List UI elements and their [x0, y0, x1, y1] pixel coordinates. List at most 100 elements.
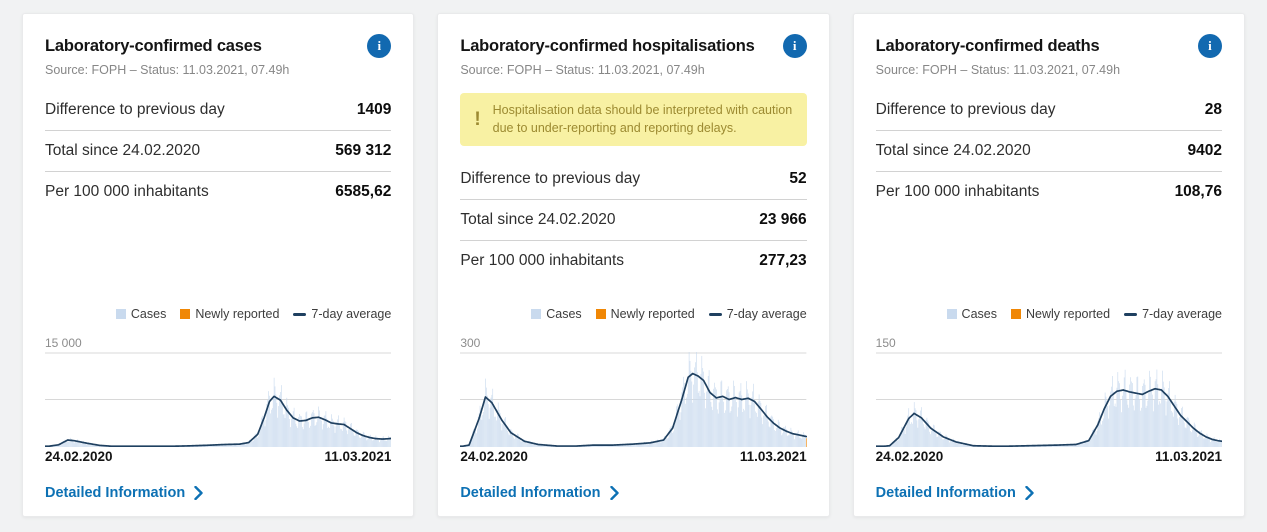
- stat-row-per-100k: Per 100 000 inhabitants 108,76: [875, 171, 1222, 212]
- stat-label: Per 100 000 inhabitants: [460, 252, 625, 269]
- average-line-swatch-icon: [1124, 312, 1138, 316]
- stat-label: Per 100 000 inhabitants: [875, 183, 1040, 200]
- warning-icon: !: [474, 109, 481, 130]
- stat-row-total: Total since 24.02.2020 569 312: [45, 130, 392, 171]
- legend-item-7-day-average: 7-day average: [708, 307, 807, 321]
- stat-label: Difference to previous day: [460, 170, 641, 187]
- stat-row-per-100k: Per 100 000 inhabitants 277,23: [460, 240, 807, 281]
- y-axis-max-label: 150: [875, 336, 896, 350]
- stat-row-difference: Difference to previous day 28: [876, 95, 1222, 130]
- newly-reported-swatch-icon: [595, 309, 606, 319]
- info-button[interactable]: i: [1197, 34, 1222, 58]
- dashboard-cards: Laboratory-confirmed cases i Source: FOP…: [0, 0, 1267, 532]
- chevron-right-icon: [194, 486, 203, 500]
- cases-swatch-icon: [946, 309, 957, 319]
- x-axis-end-label: 11.03.2021: [1155, 449, 1222, 464]
- card-title: Laboratory-confirmed deaths: [875, 37, 1100, 55]
- cases-swatch-icon: [115, 309, 126, 319]
- average-line-swatch-icon: [708, 312, 722, 316]
- card-deaths: Laboratory-confirmed deaths i Source: FO…: [852, 13, 1245, 517]
- chart-legend: Cases Newly reported 7-day average: [45, 307, 391, 321]
- stats-table: Difference to previous day 52 Total sinc…: [460, 164, 807, 281]
- newly-reported-swatch-icon: [180, 309, 191, 319]
- source-status-line: Source: FOPH – Status: 11.03.2021, 07.49…: [45, 63, 290, 77]
- stat-value: 6585,62: [335, 183, 392, 200]
- stat-value: 108,76: [1174, 183, 1222, 200]
- legend-label: 7-day average: [726, 307, 807, 321]
- x-axis-end-label: 11.03.2021: [739, 449, 807, 464]
- y-axis-max-label: 300: [460, 336, 481, 350]
- legend-label: Cases: [130, 307, 167, 321]
- stat-row-per-100k: Per 100 000 inhabitants 6585,62: [45, 171, 392, 212]
- stat-label: Difference to previous day: [875, 101, 1056, 118]
- legend-item-7-day-average: 7-day average: [293, 307, 391, 321]
- stats-table: Difference to previous day 1409 Total si…: [45, 95, 392, 212]
- warning-text: Hospitalisation data should be interpret…: [492, 103, 793, 135]
- x-axis-end-label: 11.03.2021: [324, 449, 392, 464]
- stat-value: 28: [1204, 101, 1222, 118]
- detailed-information-label: Detailed Information: [45, 485, 186, 501]
- chart-section: Cases Newly reported 7-day average 300 2…: [460, 307, 807, 502]
- stat-label: Total since 24.02.2020: [45, 142, 201, 159]
- x-axis-start-label: 24.02.2020: [875, 449, 944, 464]
- legend-label: Newly reported: [610, 307, 695, 321]
- source-status-line: Source: FOPH – Status: 11.03.2021, 07.49…: [460, 63, 705, 77]
- stat-label: Total since 24.02.2020: [460, 211, 616, 228]
- stat-label: Difference to previous day: [45, 101, 225, 118]
- card-title: Laboratory-confirmed cases: [45, 37, 262, 55]
- card-cases: Laboratory-confirmed cases i Source: FOP…: [22, 13, 415, 517]
- stat-row-difference: Difference to previous day 52: [460, 164, 806, 199]
- detailed-information-link[interactable]: Detailed Information: [876, 485, 1034, 501]
- hospitalisations-sparkline-chart: [460, 352, 807, 447]
- x-axis-start-label: 24.02.2020: [45, 449, 113, 464]
- source-status-line: Source: FOPH – Status: 11.03.2021, 07.49…: [875, 63, 1121, 77]
- stat-value: 52: [789, 170, 807, 187]
- x-axis-start-label: 24.02.2020: [460, 449, 528, 464]
- detailed-information-link[interactable]: Detailed Information: [45, 485, 203, 501]
- legend-label: Cases: [961, 307, 997, 321]
- cases-sparkline-chart: [45, 352, 392, 447]
- info-button[interactable]: i: [367, 34, 392, 58]
- stat-value: 9402: [1187, 142, 1222, 159]
- stat-value: 277,23: [759, 252, 807, 269]
- stat-label: Per 100 000 inhabitants: [45, 183, 209, 200]
- stat-row-total: Total since 24.02.2020 9402: [875, 130, 1222, 171]
- cases-swatch-icon: [531, 309, 542, 319]
- stats-table: Difference to previous day 28 Total sinc…: [875, 95, 1222, 212]
- detailed-information-label: Detailed Information: [875, 485, 1016, 501]
- stat-value: 569 312: [335, 142, 392, 159]
- legend-label: Newly reported: [195, 307, 280, 321]
- chart-legend: Cases Newly reported 7-day average: [460, 307, 807, 321]
- card-title: Laboratory-confirmed hospitalisations: [460, 37, 755, 55]
- info-button[interactable]: i: [782, 34, 807, 58]
- legend-item-cases: Cases: [531, 307, 582, 321]
- detailed-information-link[interactable]: Detailed Information: [460, 485, 619, 501]
- chart-legend: Cases Newly reported 7-day average: [876, 307, 1222, 321]
- legend-item-newly-reported: Newly reported: [180, 307, 279, 321]
- card-hospitalisations: Laboratory-confirmed hospitalisations i …: [437, 13, 830, 517]
- chart-section: Cases Newly reported 7-day average 15 00…: [45, 307, 392, 502]
- warning-banner: ! Hospitalisation data should be interpr…: [460, 93, 807, 146]
- legend-item-newly-reported: Newly reported: [1010, 307, 1111, 321]
- legend-item-7-day-average: 7-day average: [1124, 307, 1222, 321]
- chevron-right-icon: [609, 486, 619, 500]
- info-icon: i: [377, 38, 382, 53]
- stat-value: 23 966: [759, 211, 807, 228]
- legend-item-cases: Cases: [115, 307, 167, 321]
- info-icon: i: [1208, 38, 1212, 53]
- y-axis-max-label: 15 000: [45, 336, 82, 350]
- deaths-sparkline-chart: [875, 352, 1222, 447]
- legend-label: 7-day average: [311, 307, 392, 321]
- stat-value: 1409: [356, 101, 392, 118]
- stat-row-total: Total since 24.02.2020 23 966: [460, 199, 807, 240]
- legend-item-cases: Cases: [946, 307, 997, 321]
- legend-label: Cases: [546, 307, 582, 321]
- average-line-swatch-icon: [293, 312, 307, 316]
- legend-item-newly-reported: Newly reported: [595, 307, 695, 321]
- legend-label: Newly reported: [1025, 307, 1111, 321]
- info-icon: i: [792, 38, 797, 53]
- stat-label: Total since 24.02.2020: [875, 142, 1031, 159]
- legend-label: 7-day average: [1142, 307, 1222, 321]
- detailed-information-label: Detailed Information: [460, 485, 601, 501]
- chevron-right-icon: [1025, 486, 1034, 500]
